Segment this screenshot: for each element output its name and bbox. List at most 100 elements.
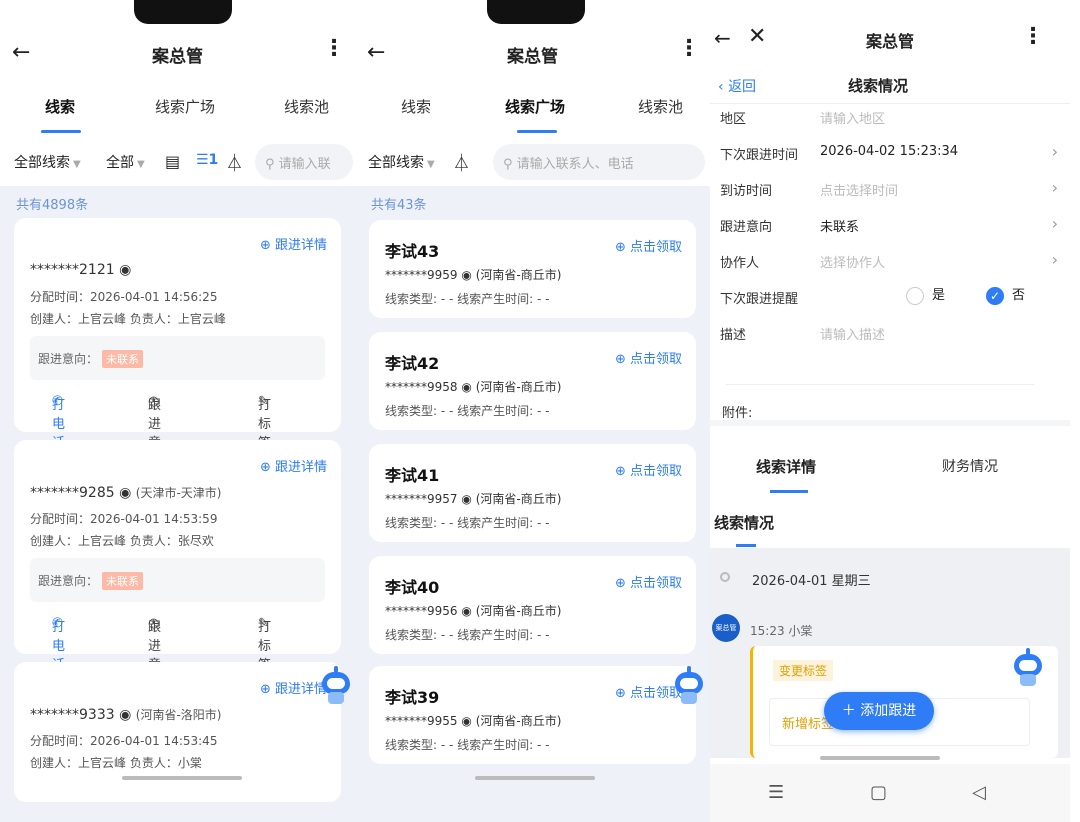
radio-empty-icon: [906, 286, 924, 305]
assistant-robot-icon[interactable]: [1010, 648, 1046, 688]
avatar: 案总管: [712, 614, 740, 642]
eye-icon[interactable]: ◉: [461, 714, 471, 728]
tab-lead-pool[interactable]: 线索池: [284, 96, 329, 117]
list-icon[interactable]: ▤: [165, 152, 180, 171]
search-input[interactable]: ⚲ 请输入联: [255, 144, 353, 180]
visit-time-row[interactable]: 到访时间 点击选择时间 ›: [720, 172, 1058, 206]
home-indicator[interactable]: [475, 776, 595, 780]
camera-notch: [134, 0, 232, 24]
return-label: 返回: [728, 79, 757, 95]
all-leads-dropdown[interactable]: 全部线索 ▼: [14, 152, 81, 172]
home-indicator[interactable]: [820, 756, 940, 760]
tab-underline: [517, 130, 557, 133]
sort-icon[interactable]: ☰1: [196, 152, 218, 168]
home-square-icon[interactable]: ▢: [870, 782, 887, 803]
claim-link[interactable]: ⊕ 点击领取: [615, 236, 682, 255]
claim-link[interactable]: ⊕ 点击领取: [615, 572, 682, 591]
location: (天津市-天津市): [135, 486, 222, 500]
tab-lead-square[interactable]: 线索广场: [505, 96, 565, 117]
chevron-right-icon: ›: [1051, 250, 1058, 269]
tab-lead-pool[interactable]: 线索池: [638, 96, 683, 117]
more-menu-icon[interactable]: ⋮: [678, 38, 700, 60]
system-nav-bar: ☰ ▢ ◁: [710, 764, 1070, 822]
tab-lead-detail[interactable]: 线索详情: [756, 456, 816, 477]
home-indicator[interactable]: [122, 776, 242, 780]
reminder-row: 下次跟进提醒 是 ✓ 否: [720, 280, 1040, 314]
collaborator-input[interactable]: 选择协作人: [820, 252, 885, 271]
section-title: 线索情况: [714, 514, 775, 532]
lead-card[interactable]: ⊕ 跟进详情 *******2121 ◉ 分配时间：2026-04-01 14:…: [14, 218, 341, 470]
reminder-label: 下次跟进提醒: [720, 292, 799, 307]
lead-name: 李试42: [385, 354, 440, 373]
claim-link[interactable]: ⊕ 点击领取: [615, 348, 682, 367]
back-triangle-icon[interactable]: ◁: [972, 782, 986, 803]
search-input[interactable]: ⚲ 请输入联系人、电话: [493, 144, 705, 180]
lead-card[interactable]: ⊕ 跟进详情 *******9285 ◉ (天津市-天津市) 分配时间：2026…: [14, 440, 341, 692]
lead-card[interactable]: 李试43 ⊕ 点击领取 *******9959 ◉ (河南省-商丘市) 线索类型…: [369, 220, 696, 318]
tab-leads[interactable]: 线索: [401, 96, 431, 117]
search-icon: ⚲: [503, 157, 517, 172]
phone-number: *******9285: [30, 485, 115, 501]
eye-icon[interactable]: ◉: [461, 604, 471, 618]
top-bar: ← 案总管 ⋮: [0, 30, 355, 76]
tab-finance[interactable]: 财务情况: [942, 456, 998, 476]
all-dropdown[interactable]: 全部 ▼: [106, 152, 145, 172]
tab-lead-square[interactable]: 线索广场: [155, 96, 215, 117]
intent-label: 跟进意向：: [38, 352, 99, 366]
claim-link[interactable]: ⊕ 点击领取: [615, 460, 682, 479]
eye-icon[interactable]: ◉: [461, 492, 471, 506]
top-bar: ← ✕ 案总管 ⋮: [710, 18, 1070, 58]
follow-detail-link[interactable]: ⊕ 跟进详情: [260, 678, 327, 697]
phone-number: *******9959: [385, 268, 458, 282]
all-leads-dropdown[interactable]: 全部线索 ▼: [368, 152, 435, 172]
lead-type-line: 线索类型: - - 线索产生时间: - -: [385, 738, 550, 752]
intent-box: 跟进意向： 未联系: [30, 336, 325, 380]
eye-icon[interactable]: ◉: [461, 268, 471, 282]
description-row[interactable]: 描述 请输入描述: [720, 316, 1040, 350]
follow-detail-link[interactable]: ⊕ 跟进详情: [260, 234, 327, 253]
next-follow-time-row[interactable]: 下次跟进时间 2026-04-02 15:23:34 ›: [720, 136, 1058, 170]
region-row[interactable]: 地区 请输入地区: [720, 100, 1040, 134]
timeline-dot-icon: [720, 572, 730, 582]
lead-card[interactable]: 李试41 ⊕ 点击领取 *******9957 ◉ (河南省-商丘市) 线索类型…: [369, 444, 696, 542]
description-input[interactable]: 请输入描述: [820, 324, 885, 343]
lead-phone: *******9959 ◉ (河南省-商丘市): [385, 266, 561, 283]
eye-icon[interactable]: ◉: [119, 485, 131, 501]
eye-icon[interactable]: ◉: [119, 262, 131, 278]
search-placeholder: 请输入联: [278, 157, 331, 172]
tab-leads[interactable]: 线索: [45, 96, 75, 117]
section-underline: [736, 544, 756, 547]
region-input[interactable]: 请输入地区: [820, 108, 885, 127]
lead-card[interactable]: ⊕ 跟进详情 *******9333 ◉ (河南省-洛阳市) 分配时间：2026…: [14, 662, 341, 802]
menu-icon[interactable]: ☰: [768, 782, 784, 803]
top-bar: ← 案总管 ⋮: [355, 30, 710, 76]
assistant-robot-icon[interactable]: [671, 666, 707, 706]
filter-icon[interactable]: ⏃: [226, 149, 243, 174]
lead-card[interactable]: 李试39 ⊕ 点击领取 *******9955 ◉ (河南省-商丘市) 线索类型…: [369, 666, 696, 764]
return-button[interactable]: ‹ 返回: [718, 76, 756, 96]
intent-label: 跟进意向：: [38, 574, 99, 588]
all-leads-label: 全部线索: [368, 155, 424, 171]
more-menu-icon[interactable]: ⋮: [1022, 24, 1044, 49]
phone-number: *******9956: [385, 604, 458, 618]
follow-detail-link[interactable]: ⊕ 跟进详情: [260, 456, 327, 475]
lead-name: 李试40: [385, 578, 440, 597]
filter-icon[interactable]: ⏃: [453, 149, 470, 174]
reminder-no-radio[interactable]: ✓ 否: [986, 284, 1025, 305]
phone-number: *******9957: [385, 492, 458, 506]
add-follow-button[interactable]: ＋ 添加跟进: [824, 692, 934, 730]
lead-card[interactable]: 李试42 ⊕ 点击领取 *******9958 ◉ (河南省-商丘市) 线索类型…: [369, 332, 696, 430]
visit-time-input[interactable]: 点击选择时间: [820, 180, 898, 199]
lead-phone: *******9955 ◉ (河南省-商丘市): [385, 712, 561, 729]
intent-row[interactable]: 跟进意向 未联系 ›: [720, 208, 1058, 242]
more-menu-icon[interactable]: ⋮: [323, 38, 345, 60]
lead-phone: *******9958 ◉ (河南省-商丘市): [385, 378, 561, 395]
lead-name: 李试43: [385, 242, 440, 261]
eye-icon[interactable]: ◉: [119, 707, 131, 723]
collaborator-row[interactable]: 协作人 选择协作人 ›: [720, 244, 1058, 278]
assistant-robot-icon[interactable]: [318, 666, 354, 706]
lead-card[interactable]: 李试40 ⊕ 点击领取 *******9956 ◉ (河南省-商丘市) 线索类型…: [369, 556, 696, 654]
page-title: 案总管: [152, 47, 203, 67]
reminder-yes-radio[interactable]: 是: [906, 284, 945, 305]
eye-icon[interactable]: ◉: [461, 380, 471, 394]
